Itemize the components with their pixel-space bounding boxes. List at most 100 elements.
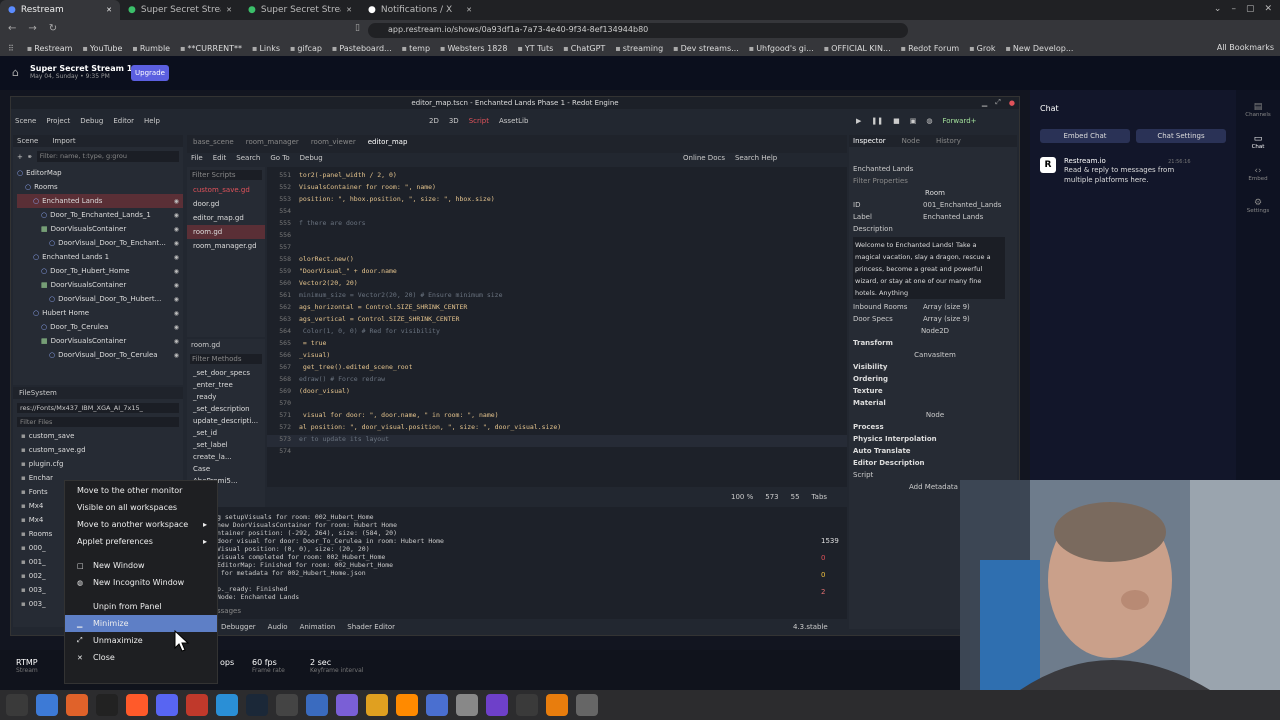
renderer-select[interactable]: Forward+ bbox=[942, 117, 976, 125]
bookmark-item[interactable]: ▪ YouTube bbox=[77, 44, 127, 53]
nav-item-chat[interactable]: ▭ Chat bbox=[1236, 134, 1280, 166]
menu-item[interactable]: □ New Window bbox=[65, 557, 217, 574]
chrome-icon[interactable] bbox=[366, 694, 388, 716]
script-list-item[interactable]: door.gd bbox=[187, 197, 265, 211]
filesystem-item[interactable]: ▪ custom_save.gd bbox=[21, 443, 183, 457]
visibility-icon[interactable]: ◉ bbox=[174, 240, 179, 247]
menu-item[interactable]: Move to the other monitor bbox=[65, 482, 217, 499]
upgrade-button[interactable]: Upgrade bbox=[131, 65, 169, 81]
menu-item[interactable]: Visible on all workspaces bbox=[65, 499, 217, 516]
bookmark-item[interactable]: ▪ New Develop... bbox=[1000, 44, 1078, 53]
inspector-section[interactable]: Texture bbox=[849, 385, 1017, 397]
prop-id[interactable]: ID 001_Enchanted_Lands bbox=[849, 199, 1017, 211]
home-icon[interactable]: ⌂ bbox=[12, 66, 19, 79]
menu-item[interactable]: Move to another workspace ▸ bbox=[65, 516, 217, 533]
bookmark-item[interactable]: ▪ Grok bbox=[964, 44, 1000, 53]
visibility-icon[interactable]: ◉ bbox=[174, 226, 179, 233]
inspected-object[interactable]: Enchanted Lands bbox=[849, 163, 1017, 175]
minimize-icon[interactable]: – bbox=[1231, 4, 1236, 14]
inspector-section[interactable]: Process bbox=[849, 421, 1017, 433]
pause-icon[interactable]: ❚❚ bbox=[871, 117, 883, 125]
scene-tree-node[interactable]: ○ DoorVisual_Door_To_Cerulea ◉ bbox=[17, 348, 183, 362]
filesystem-path[interactable]: res://Fonts/Mx437_IBM_XGA_AI_7x15_ bbox=[17, 403, 179, 413]
obs-icon[interactable] bbox=[516, 694, 538, 716]
script-menu-item[interactable]: Search bbox=[236, 154, 260, 162]
vscode-icon[interactable] bbox=[216, 694, 238, 716]
filesystem-item[interactable]: ▪ custom_save bbox=[21, 429, 183, 443]
method-list-item[interactable]: _set_id bbox=[187, 427, 265, 439]
scene-tree-node[interactable]: ○ Enchanted Lands 1 ◉ bbox=[17, 250, 183, 264]
show-info[interactable]: Super Secret Stream 14 May 04, Sunday • … bbox=[30, 64, 138, 80]
firefox-icon[interactable] bbox=[66, 694, 88, 716]
godot-maximize-icon[interactable]: ⤢ bbox=[995, 98, 1001, 107]
bottom-tab[interactable]: Debugger bbox=[221, 623, 256, 631]
scene-tree-node[interactable]: ▦ DoorVisualsContainer ◉ bbox=[17, 278, 183, 292]
method-list-item[interactable]: _set_description bbox=[187, 403, 265, 415]
back-icon[interactable]: ← bbox=[8, 23, 16, 34]
scene-tree-node[interactable]: ▦ DoorVisualsContainer ◉ bbox=[17, 334, 183, 348]
nav-item-settings[interactable]: ⚙ Settings bbox=[1236, 198, 1280, 230]
bookmark-item[interactable]: ▪ temp bbox=[397, 44, 435, 53]
script-menu-item[interactable]: Edit bbox=[213, 154, 227, 162]
browser-tab[interactable]: ● Restream ✕ bbox=[0, 0, 120, 20]
scene-tree-node[interactable]: ○ Door_To_Cerulea ◉ bbox=[17, 320, 183, 334]
bookmark-item[interactable]: ▪ streaming bbox=[610, 44, 668, 53]
text-icon[interactable] bbox=[456, 694, 478, 716]
discord-icon[interactable] bbox=[156, 694, 178, 716]
inspector-section[interactable]: Auto Translate bbox=[849, 445, 1017, 457]
scene-tree-node[interactable]: ○ Hubert Home ◉ bbox=[17, 306, 183, 320]
apps-icon[interactable]: ⠿ bbox=[0, 44, 22, 53]
output-count[interactable]: 1539 bbox=[821, 537, 845, 554]
godot-minimize-icon[interactable]: ▁ bbox=[982, 99, 987, 107]
prop-inbound-rooms[interactable]: Inbound Rooms Array (size 9) bbox=[849, 301, 1017, 313]
github-icon[interactable] bbox=[486, 694, 508, 716]
godot-menu-help[interactable]: Help bbox=[144, 117, 160, 125]
forward-icon[interactable]: → bbox=[28, 23, 36, 34]
steam-icon[interactable] bbox=[246, 694, 268, 716]
blender-icon[interactable] bbox=[546, 694, 568, 716]
bottom-tab[interactable]: Shader Editor bbox=[347, 623, 395, 631]
filter-methods-input[interactable]: Filter Methods bbox=[190, 354, 262, 364]
code-editor[interactable]: 551 tor2(-panel_width / 2, 0) 552 VisualsCo… bbox=[267, 167, 847, 487]
visibility-icon[interactable]: ◉ bbox=[174, 198, 179, 205]
menu-item[interactable]: ▁ Minimize bbox=[65, 615, 217, 632]
indent-mode[interactable]: Tabs bbox=[812, 493, 828, 501]
scene-tree-node[interactable]: ○ DoorVisual_Door_To_Enchant... ◉ bbox=[17, 236, 183, 250]
bookmark-item[interactable]: ▪ Dev streams... bbox=[668, 44, 744, 53]
menu-item[interactable]: Unpin from Panel bbox=[65, 598, 217, 615]
bookmark-item[interactable]: ▪ Restream bbox=[22, 44, 78, 53]
files-icon[interactable] bbox=[36, 694, 58, 716]
visibility-icon[interactable]: ◉ bbox=[174, 282, 179, 289]
play-scene-icon[interactable]: ▣ bbox=[910, 117, 917, 125]
bookmark-item[interactable]: ▪ Redot Forum bbox=[896, 44, 965, 53]
chat-settings-button[interactable]: Chat Settings bbox=[1136, 129, 1226, 143]
play-icon[interactable]: ▶ bbox=[856, 117, 861, 125]
tab-close-icon[interactable]: ✕ bbox=[346, 6, 352, 14]
method-list-item[interactable]: _set_door_specs bbox=[187, 367, 265, 379]
camera-icon[interactable] bbox=[306, 694, 328, 716]
scene-tree-node[interactable]: ○ Enchanted Lands ◉ bbox=[17, 194, 183, 208]
godot-menu-editor[interactable]: Editor bbox=[113, 117, 134, 125]
zoom-level[interactable]: 100 % bbox=[731, 493, 753, 501]
vlc-icon[interactable] bbox=[396, 694, 418, 716]
mode-assetlib[interactable]: AssetLib bbox=[499, 117, 528, 125]
method-list-item[interactable]: create_la... bbox=[187, 451, 265, 463]
brave-icon[interactable] bbox=[126, 694, 148, 716]
online-docs-link[interactable]: Online Docs bbox=[683, 154, 725, 162]
visibility-icon[interactable]: ◉ bbox=[174, 268, 179, 275]
mode-2d[interactable]: 2D bbox=[429, 117, 439, 125]
mode-script[interactable]: Script bbox=[469, 117, 489, 125]
output-count[interactable]: 2 bbox=[821, 588, 845, 605]
inspector-tab[interactable]: History bbox=[936, 137, 961, 145]
visibility-icon[interactable]: ◉ bbox=[174, 296, 179, 303]
bookmark-item[interactable]: ▪ OFFICIAL KIN... bbox=[819, 44, 896, 53]
bookmark-item[interactable]: ▪ ChatGPT bbox=[558, 44, 610, 53]
bookmark-item[interactable]: ▪ **CURRENT** bbox=[175, 44, 247, 53]
inspector-section[interactable]: Physics Interpolation bbox=[849, 433, 1017, 445]
inspector-section[interactable]: Ordering bbox=[849, 373, 1017, 385]
scene-tree-node[interactable]: ○ Door_To_Hubert_Home ◉ bbox=[17, 264, 183, 278]
prop-door-specs[interactable]: Door Specs Array (size 9) bbox=[849, 313, 1017, 325]
scene-tab-import[interactable]: Import bbox=[52, 137, 75, 145]
method-list-item[interactable]: _enter_tree bbox=[187, 379, 265, 391]
filter-nodes-input[interactable]: Filter: name, t:type, g:grou bbox=[36, 151, 179, 162]
